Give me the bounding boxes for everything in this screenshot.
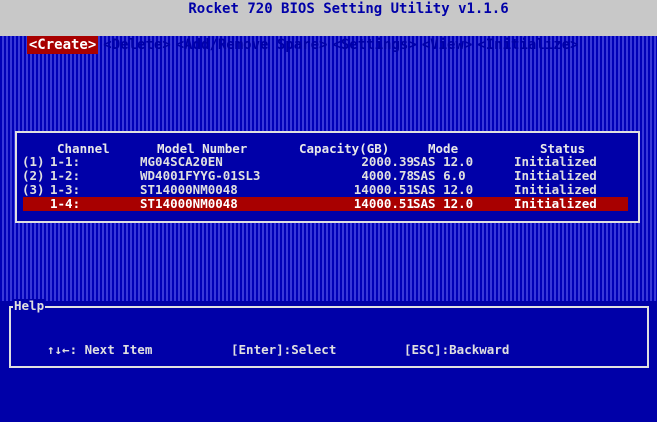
menu-item-settings[interactable]: <Settings>: [332, 36, 416, 54]
table-row[interactable]: (2) 1-2: WD4001FYYG-01SL3 4000.78 SAS 6.…: [17, 169, 638, 183]
row-model: WD4001FYYG-01SL3: [140, 168, 261, 183]
help-next-item: ↑↓←: Next Item: [47, 342, 153, 357]
row-index: (3): [22, 182, 45, 197]
table-row[interactable]: (3) 1-3: ST14000NM0048 14000.51 SAS 12.0…: [17, 183, 638, 197]
row-mode: SAS 6.0: [413, 168, 466, 183]
help-select: [Enter]:Select: [231, 342, 337, 357]
row-model: ST14000NM0048: [140, 196, 238, 211]
help-backward: [ESC]:Backward: [404, 342, 510, 357]
row-model: MG04SCA20EN: [140, 154, 223, 169]
menu-item-delete[interactable]: <Delete>: [103, 36, 170, 54]
row-model: ST14000NM0048: [140, 182, 238, 197]
row-index: (1): [22, 154, 45, 169]
menu-item-initialize[interactable]: <Initialize>: [477, 36, 578, 54]
row-channel: 1-3:: [50, 182, 81, 197]
row-mode: SAS 12.0: [413, 182, 474, 197]
row-mode: SAS 12.0: [413, 196, 474, 211]
title-bar: Rocket 720 BIOS Setting Utility v1.1.6: [0, 0, 657, 18]
row-channel: 1-2:: [50, 168, 81, 183]
row-channel: 1-1:: [50, 154, 81, 169]
row-status: Initialized: [514, 182, 597, 197]
app-title: Rocket 720 BIOS Setting Utility v1.1.6: [188, 1, 509, 17]
help-panel: Help ↑↓←: Next Item [Enter]:Select [ESC]…: [9, 299, 649, 368]
row-capacity: 14000.51: [353, 182, 414, 197]
table-row-selected[interactable]: 1-4: ST14000NM0048 14000.51 SAS 12.0 Ini…: [23, 197, 628, 211]
menu-item-view[interactable]: <View>: [422, 36, 473, 54]
row-channel: 1-4:: [50, 196, 81, 211]
row-status: Initialized: [514, 196, 597, 211]
table-row[interactable]: (1) 1-1: MG04SCA20EN 2000.39 SAS 12.0 In…: [17, 155, 638, 169]
disk-table: Channel Model Number Capacity(GB) Mode S…: [15, 131, 640, 223]
row-index: (2): [22, 168, 45, 183]
row-status: Initialized: [514, 154, 597, 169]
row-status: Initialized: [514, 168, 597, 183]
row-mode: SAS 12.0: [413, 154, 474, 169]
menu-item-add-remove-spare[interactable]: <Add/Remove Spare>: [176, 36, 328, 54]
row-capacity: 4000.78: [361, 168, 414, 183]
menu-item-create[interactable]: <Create>: [26, 36, 99, 54]
row-capacity: 2000.39: [361, 154, 414, 169]
menu-bar: <Create> <Delete> <Add/Remove Spare> <Setti…: [0, 18, 657, 54]
help-title: Help: [13, 298, 46, 313]
help-row: ↑↓←: Next Item [Enter]:Select [ESC]:Back…: [11, 342, 647, 358]
row-capacity: 14000.51: [353, 196, 414, 211]
